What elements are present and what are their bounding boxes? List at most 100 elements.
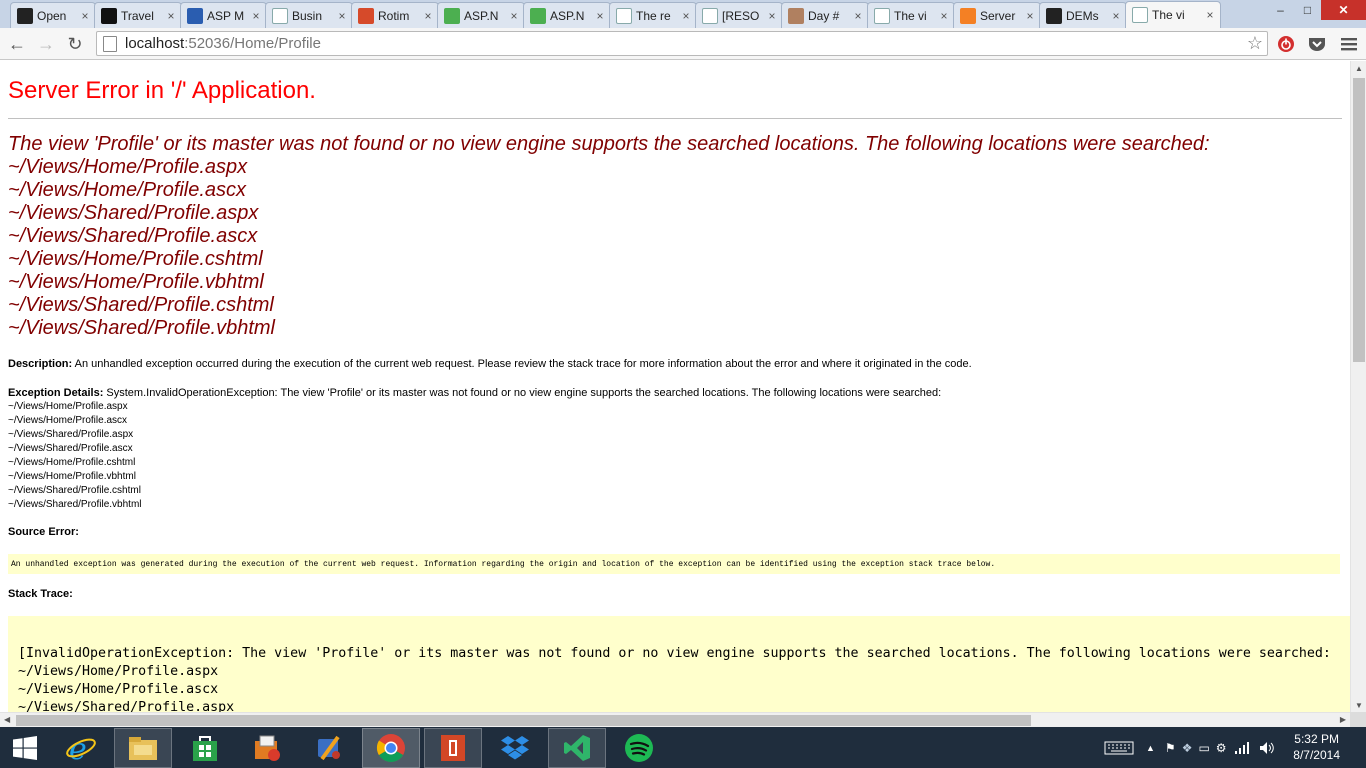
taskbar-office-button[interactable] <box>424 728 482 768</box>
tab-close-icon[interactable]: × <box>766 9 778 23</box>
scrollbar-corner <box>1350 712 1366 727</box>
office-icon <box>441 735 465 761</box>
taskbar-chrome-button[interactable] <box>362 728 420 768</box>
browser-tab[interactable]: Travel × <box>94 2 182 28</box>
scroll-down-icon[interactable]: ▼ <box>1355 701 1363 710</box>
taskbar-ie-button[interactable]: e <box>52 728 110 768</box>
tab-title: ASP M <box>207 8 245 23</box>
show-hidden-icons-icon[interactable]: ▲ <box>1146 743 1155 753</box>
action-center-flag-icon[interactable]: ⚑ <box>1165 741 1176 755</box>
taskbar-dropbox-button[interactable] <box>486 728 544 768</box>
internet-explorer-icon: e <box>66 732 96 764</box>
browser-tab[interactable]: Rotim × <box>351 2 439 28</box>
browser-tab[interactable]: Day # × <box>781 2 869 28</box>
location-path: ~/Views/Home/Profile.ascx <box>8 179 247 201</box>
browser-tab[interactable]: Open × <box>10 2 96 28</box>
scroll-up-icon[interactable]: ▲ <box>1355 64 1363 73</box>
description: Description: An unhandled exception occu… <box>8 358 972 370</box>
tab-close-icon[interactable]: × <box>938 9 950 23</box>
tab-close-icon[interactable]: × <box>680 9 692 23</box>
tab-close-icon[interactable]: × <box>422 9 434 23</box>
taskbar-clock[interactable]: 5:32 PM 8/7/2014 <box>1293 731 1340 763</box>
taskbar-explorer-button[interactable] <box>114 728 172 768</box>
tab-close-icon[interactable]: × <box>1024 9 1036 23</box>
browser-tab[interactable]: The re × <box>609 2 697 28</box>
browser-tab[interactable]: The vi × <box>867 2 955 28</box>
tab-close-icon[interactable]: × <box>852 9 864 23</box>
tray-app-icon[interactable]: ⚙ <box>1216 741 1227 755</box>
tab-close-icon[interactable]: × <box>336 9 348 23</box>
scroll-left-icon[interactable]: ◀ <box>4 715 10 724</box>
tab-title: DEMs <box>1066 8 1099 23</box>
vertical-scrollbar[interactable]: ▲ ▼ <box>1350 61 1366 712</box>
start-button[interactable] <box>0 728 50 768</box>
tab-close-icon[interactable]: × <box>79 9 91 23</box>
clock-date: 8/7/2014 <box>1293 748 1340 762</box>
vertical-scroll-thumb[interactable] <box>1353 78 1365 362</box>
tab-close-icon[interactable]: × <box>1110 9 1122 23</box>
title-divider <box>8 118 1342 119</box>
installer-icon <box>255 735 280 761</box>
taskbar-store-button[interactable] <box>176 728 234 768</box>
taskbar-app-button[interactable] <box>238 728 296 768</box>
file-explorer-icon <box>129 737 157 760</box>
browser-tab[interactable]: ASP.N × <box>437 2 525 28</box>
dropbox-tray-icon[interactable]: ❖ <box>1182 741 1193 755</box>
avatar-icon <box>788 7 804 24</box>
green-codeplex-icon <box>530 7 546 24</box>
browser-tab[interactable]: [RESO × <box>695 2 783 28</box>
reload-button[interactable]: ↻ <box>63 32 87 56</box>
browser-tab[interactable]: ASP M × <box>180 2 267 28</box>
volume-icon[interactable] <box>1259 741 1275 755</box>
network-signal-icon[interactable] <box>1234 741 1251 754</box>
menu-button[interactable] <box>1338 33 1360 55</box>
pocket-button[interactable] <box>1306 33 1328 55</box>
close-window-button[interactable]: ✕ <box>1321 0 1366 20</box>
forward-button[interactable]: → <box>34 32 58 56</box>
location-path: ~/Views/Home/Profile.aspx <box>8 156 248 178</box>
browser-toolbar: ← → ↻ localhost:52036/Home/Profile ☆ <box>0 28 1366 60</box>
close-icon: ✕ <box>1338 3 1349 17</box>
tab-title: Server <box>980 8 1016 23</box>
tab-close-icon[interactable]: × <box>508 9 520 23</box>
horizontal-scroll-thumb[interactable] <box>16 715 1031 726</box>
taskbar-tools-button[interactable] <box>300 728 358 768</box>
searched-locations: ~/Views/Home/Profile.aspx ~/Views/Home/Pr… <box>8 156 1348 340</box>
exception-label: Exception Details: <box>8 387 104 399</box>
ijr-logo-icon <box>1046 7 1062 24</box>
location-path: ~/Views/Shared/Profile.ascx <box>8 225 258 247</box>
url-host: localhost <box>125 35 185 52</box>
back-arrow-icon: ← <box>8 33 26 54</box>
minimize-button[interactable]: – <box>1267 0 1294 20</box>
page-icon <box>103 35 117 52</box>
taskbar-spotify-button[interactable] <box>610 728 668 768</box>
location-path: ~/Views/Home/Profile.cshtml <box>8 457 136 468</box>
tab-close-icon[interactable]: × <box>250 9 262 23</box>
back-button[interactable]: ← <box>5 32 29 56</box>
keyboard-icon[interactable] <box>1104 741 1134 755</box>
tab-close-icon[interactable]: × <box>594 9 606 23</box>
extension-button[interactable] <box>1275 33 1297 55</box>
horizontal-scrollbar[interactable]: ◀ ▶ <box>0 712 1350 727</box>
windows-taskbar: e ▲ ⚑ ❖ ▭ ⚙ 5:32 PM 8/7/2014 <box>0 727 1366 768</box>
address-bar[interactable]: localhost:52036/Home/Profile ☆ <box>96 31 1268 56</box>
maximize-button[interactable]: □ <box>1294 0 1321 20</box>
taskbar-visualstudio-button[interactable] <box>548 728 606 768</box>
browser-tab[interactable]: Busin × <box>265 2 353 28</box>
stack-trace-label: Stack Trace: <box>8 588 73 600</box>
bookmark-star-icon[interactable]: ☆ <box>1247 33 1263 54</box>
tab-title: Travel <box>121 8 154 23</box>
browser-tab[interactable]: Server × <box>953 2 1041 28</box>
browser-tab[interactable]: ASP.N × <box>523 2 611 28</box>
source-error-box: An unhandled exception was generated dur… <box>8 554 1340 574</box>
tab-close-icon[interactable]: × <box>165 9 177 23</box>
system-tray: ▲ ⚑ ❖ ▭ ⚙ <box>1104 727 1275 768</box>
error-message: The view 'Profile' or its master was not… <box>8 133 1210 155</box>
browser-tab[interactable]: The vi × <box>1125 1 1221 28</box>
dropbox-icon <box>501 736 529 760</box>
exception-locations: ~/Views/Home/Profile.aspx ~/Views/Home/Pr… <box>8 400 941 512</box>
tab-close-icon[interactable]: × <box>1204 8 1216 22</box>
battery-icon[interactable]: ▭ <box>1198 741 1209 755</box>
browser-tab[interactable]: DEMs × <box>1039 2 1127 28</box>
scroll-right-icon[interactable]: ▶ <box>1340 715 1346 724</box>
